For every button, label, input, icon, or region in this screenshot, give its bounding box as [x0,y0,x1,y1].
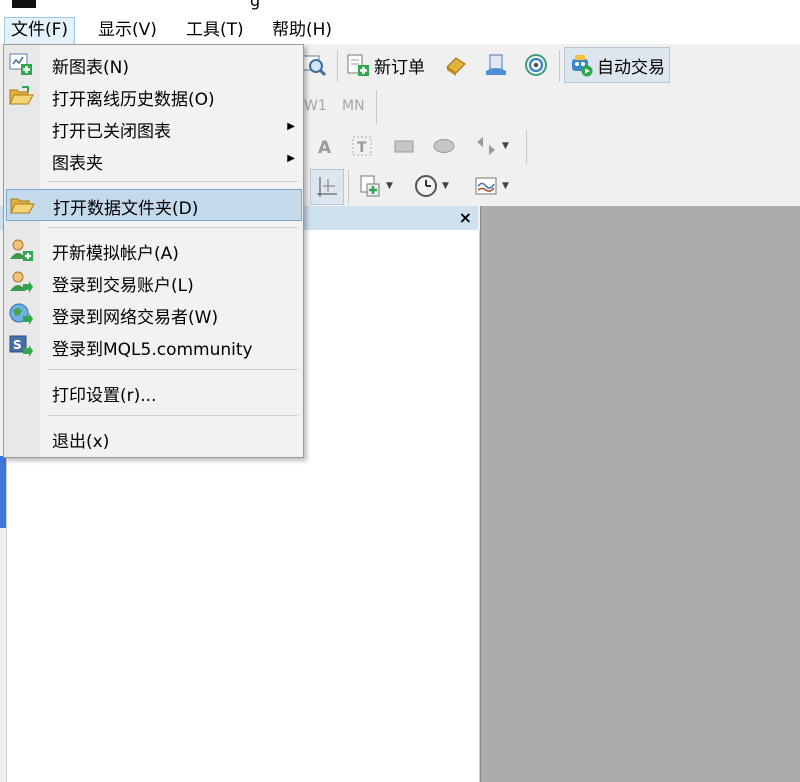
market-watch-button[interactable] [444,48,468,82]
close-icon[interactable]: × [459,208,472,227]
clock-icon [415,175,437,197]
template-icon [360,175,380,197]
arrows-tool-button[interactable]: ▼ [474,129,509,163]
menu-item-login-web-trader[interactable]: 登录到网络交易者(W) [4,299,303,329]
ellipse-tool-button[interactable] [432,129,456,163]
charts-toolbar: ▼ ▼ ▼ [300,166,530,206]
menu-item-label: 登录到交易账户(L) [52,276,194,296]
templates-button[interactable]: ▼ [358,169,393,203]
menu-item-chart-folder[interactable]: 图表夹 ▶ [4,145,303,175]
text-label-button[interactable]: T [350,129,374,163]
timeframe-mn[interactable]: MN [342,98,365,114]
svg-text:A: A [318,138,332,158]
crosshair-button[interactable] [310,169,344,205]
menu-item-label: 图表夹 [52,154,103,174]
submenu-arrow-icon: ▶ [287,121,295,132]
menu-item-open-closed-chart[interactable]: 打开已关闭图表 ▶ [4,113,303,143]
menu-item-label: 打开已关闭图表 [52,122,171,142]
menu-item-label: 新图表(N) [52,58,129,78]
globe-login-icon [9,303,33,325]
server-icon [486,54,506,75]
menu-view[interactable]: 显示(V) [92,17,163,43]
submenu-arrow-icon: ▶ [287,153,295,164]
menu-item-login-trade-account[interactable]: 登录到交易账户(L) [4,267,303,297]
add-user-icon [10,239,33,261]
menu-tools[interactable]: 工具(T) [180,17,250,43]
menu-item-open-data-folder[interactable]: 打开数据文件夹(D) [6,189,302,221]
mql5-login-icon: S [9,335,33,357]
menu-item-login-mql5[interactable]: S 登录到MQL5.community [4,331,303,361]
magnifier-icon [302,55,326,77]
indicators-button[interactable]: ▼ [474,169,509,203]
menu-file[interactable]: 文件(F) [4,17,76,44]
menu-item-new-chart[interactable]: 新图表(N) [4,49,303,79]
menu-item-label: 打开离线历史数据(O) [52,90,215,110]
new-chart-icon [9,53,32,75]
file-menu-dropdown: 新图表(N) 打开离线历史数据(O) 打开已关闭图表 ▶ 图表夹 ▶ 打开数据文… [3,44,304,458]
menu-separator [48,415,298,416]
menu-item-open-demo-account[interactable]: 开新模拟帐户(A) [4,235,303,265]
menu-separator [48,369,298,370]
window-title: g [250,0,261,10]
left-edge-tab [0,456,6,528]
auto-trading-icon [572,55,593,77]
signal-button[interactable] [524,48,548,82]
new-order-button[interactable]: 新订单 [346,48,425,82]
app-icon [12,0,36,8]
svg-text:T: T [357,140,367,156]
timeframes-toolbar: W1 MN [300,86,380,126]
auto-trading-button[interactable]: 自动交易 [564,47,670,83]
menu-bar: 文件(F) 显示(V) 工具(T) 帮助(H) [0,14,800,44]
new-order-label: 新订单 [374,57,425,78]
line-studies-toolbar: A T ▼ [300,126,530,166]
signals-button[interactable] [484,48,508,82]
chevron-down-icon: ▼ [386,181,393,191]
menu-item-label: 打印设置(r)... [52,386,157,406]
title-bar: g [0,0,800,14]
signal-icon [525,54,547,76]
menu-item-open-offline[interactable]: 打开离线历史数据(O) [4,81,303,111]
chevron-down-icon: ▼ [502,141,509,151]
svg-text:S: S [13,338,22,352]
menu-item-label: 开新模拟帐户(A) [52,244,179,264]
menu-item-exit[interactable]: 退出(x) [4,423,303,453]
rectangle-icon [394,140,414,153]
open-folder-icon [9,86,34,105]
menu-separator [48,181,298,182]
menu-item-label: 登录到网络交易者(W) [52,308,219,328]
periods-button[interactable]: ▼ [414,169,449,203]
menu-separator [48,227,298,228]
login-user-icon [10,271,33,293]
indicators-icon [475,177,497,195]
chevron-down-icon: ▼ [502,181,509,191]
menu-item-print-setup[interactable]: 打印设置(r)... [4,377,303,407]
auto-trading-label: 自动交易 [597,57,665,78]
menu-help[interactable]: 帮助(H) [266,17,338,43]
folder-icon [10,198,35,214]
zoom-chart-button[interactable] [302,48,326,82]
timeframe-w1[interactable]: W1 [304,98,327,114]
chevron-down-icon: ▼ [442,181,449,191]
menu-item-label: 退出(x) [52,432,110,452]
crosshair-icon [317,177,337,197]
text-icon: A [318,138,332,158]
rectangle-tool-button[interactable] [392,129,416,163]
arrows-icon [477,137,495,155]
text-tool-button[interactable]: A [312,129,336,163]
text-label-icon: T [352,136,372,156]
menu-item-label: 登录到MQL5.community [52,340,253,360]
book-icon [446,57,466,76]
menu-item-label: 打开数据文件夹(D) [53,199,199,219]
standard-toolbar: 新订单 自动交易 [300,44,800,86]
new-order-icon [347,54,369,76]
ellipse-icon [433,139,455,153]
chart-workspace[interactable] [480,206,800,782]
